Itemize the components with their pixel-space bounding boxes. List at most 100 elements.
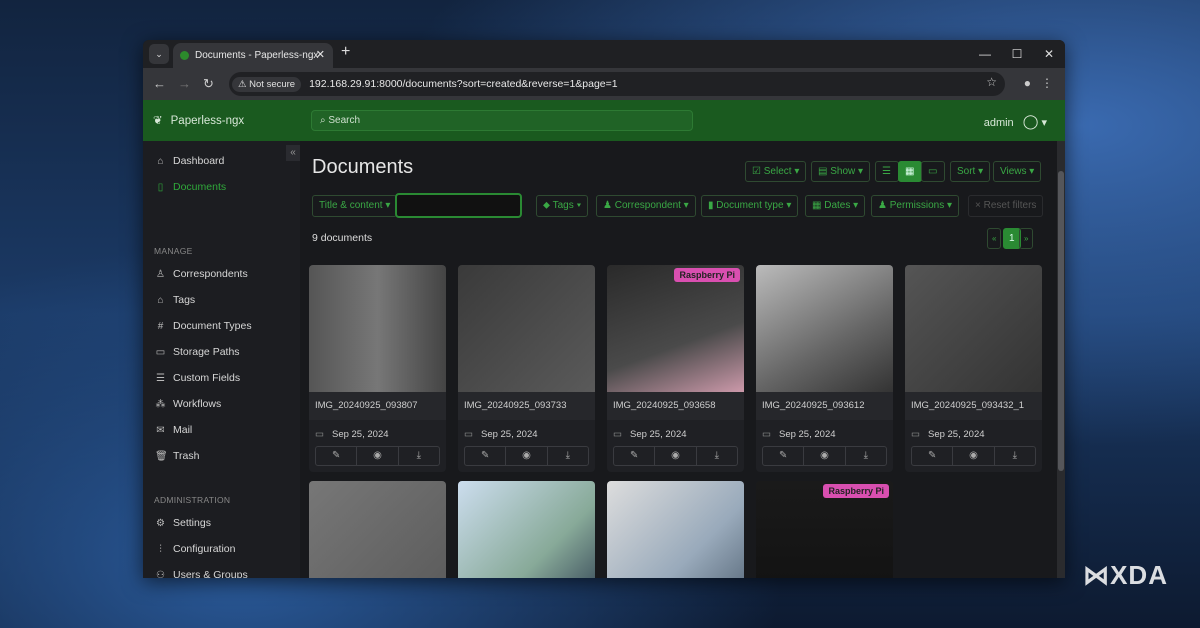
sidebar-item-document-types[interactable]: # Document Types — [155, 320, 252, 332]
download-button[interactable]: ⤓ — [399, 447, 439, 465]
dates-filter[interactable]: ▦ Dates ▾ — [805, 195, 866, 217]
address-bar[interactable]: ⚠ Not secure 192.168.29.91:8000/document… — [229, 72, 1005, 96]
calendar-icon: ▭ — [911, 429, 920, 440]
tab-search-button[interactable]: ⌄ — [149, 44, 169, 64]
calendar-icon: ▭ — [762, 429, 771, 440]
sidebar-item-storage-paths[interactable]: ▭ Storage Paths — [155, 346, 240, 358]
app-logo[interactable]: ❦ Paperless-ngx — [153, 112, 244, 127]
document-thumbnail[interactable] — [607, 481, 744, 578]
browser-tab[interactable]: Documents - Paperless-ngx ✕ — [173, 43, 333, 68]
bookmark-star-icon[interactable]: ☆ — [986, 75, 997, 89]
document-thumbnail[interactable] — [458, 265, 595, 392]
sidebar-item-tags[interactable]: ⌂ Tags — [155, 294, 195, 306]
download-button[interactable]: ⤓ — [846, 447, 886, 465]
next-page-button[interactable]: » — [1019, 228, 1034, 249]
sidebar-item-documents[interactable]: ▯ Documents — [155, 181, 226, 193]
back-icon[interactable]: ← — [153, 76, 166, 91]
sidebar-item-mail[interactable]: ✉ Mail — [155, 424, 192, 436]
security-indicator[interactable]: ⚠ Not secure — [232, 76, 302, 92]
select-dropdown[interactable]: ☑ Select ▾ — [745, 161, 807, 182]
collapse-sidebar-button[interactable]: « — [286, 145, 300, 161]
tags-filter[interactable]: ⬥ Tags ▾ — [536, 195, 589, 217]
preview-button[interactable]: ◉ — [655, 447, 697, 465]
views-dropdown[interactable]: Views ▾ — [993, 161, 1042, 182]
scrollbar[interactable] — [1057, 141, 1065, 578]
edit-button[interactable]: ✎ — [614, 447, 656, 465]
close-tab-icon[interactable]: ✕ — [316, 43, 325, 68]
manage-heading: MANAGE — [154, 246, 193, 256]
global-search-input[interactable]: ⌕ Search — [311, 110, 693, 131]
user-menu[interactable]: admin ◯ ▾ — [984, 113, 1047, 130]
profile-icon[interactable]: ● — [1024, 76, 1031, 90]
title-content-dropdown[interactable]: Title & content ▾ — [312, 195, 398, 217]
download-button[interactable]: ⤓ — [995, 447, 1035, 465]
preview-button[interactable]: ◉ — [953, 447, 995, 465]
forward-icon[interactable]: → — [178, 76, 191, 91]
document-thumbnail[interactable] — [458, 481, 595, 578]
document-thumbnail[interactable]: Raspberry Pi — [607, 265, 744, 392]
sidebar-item-settings[interactable]: ⚙ Settings — [155, 517, 211, 529]
document-card[interactable]: Raspberry Pi — [756, 481, 893, 578]
large-cards-view-button[interactable]: ▭ — [921, 161, 945, 182]
sidebar-item-users-groups[interactable]: ⚇ Users & Groups — [155, 569, 248, 578]
document-card[interactable] — [607, 481, 744, 578]
sidebar-item-dashboard[interactable]: ⌂ Dashboard — [155, 155, 224, 167]
menu-icon[interactable]: ⋮ — [1041, 76, 1053, 90]
show-dropdown[interactable]: ▤ Show ▾ — [811, 161, 871, 182]
document-card[interactable] — [309, 481, 446, 578]
maximize-button[interactable]: ☐ — [1001, 40, 1033, 68]
reload-icon[interactable]: ↻ — [203, 76, 214, 92]
prev-page-button[interactable]: « — [987, 228, 1002, 249]
download-button[interactable]: ⤓ — [697, 447, 737, 465]
reset-filters-button[interactable]: × Reset filters — [968, 195, 1044, 217]
house-icon: ⌂ — [157, 155, 164, 167]
document-thumbnail[interactable] — [309, 481, 446, 578]
preview-button[interactable]: ◉ — [357, 447, 399, 465]
edit-button[interactable]: ✎ — [763, 447, 805, 465]
tag-badge[interactable]: Raspberry Pi — [823, 484, 889, 498]
document-card[interactable]: IMG_20240925_093612 ▭ Sep 25, 2024 ✎ ◉ ⤓ — [756, 265, 893, 472]
document-card[interactable]: IMG_20240925_093807 ▭ Sep 25, 2024 ✎ ◉ ⤓ — [309, 265, 446, 472]
sidebar: « ⌂ Dashboard ▯ Documents MANAGE ♙ Correspo… — [143, 141, 300, 578]
grid-view-button[interactable]: ▦ — [898, 161, 922, 182]
boxes-icon: ⁂ — [155, 398, 166, 410]
list-view-button[interactable]: ☰ — [875, 161, 899, 182]
sidebar-label: Correspondents — [173, 268, 248, 280]
tag-badge[interactable]: Raspberry Pi — [674, 268, 740, 282]
document-card[interactable]: Raspberry Pi IMG_20240925_093658 ▭ Sep 25,… — [607, 265, 744, 472]
sidebar-item-workflows[interactable]: ⁂ Workflows — [155, 398, 222, 410]
scrollbar-thumb[interactable] — [1058, 171, 1064, 471]
sidebar-item-correspondents[interactable]: ♙ Correspondents — [155, 268, 248, 280]
new-tab-button[interactable]: + — [341, 43, 350, 61]
sidebar-item-custom-fields[interactable]: ☰ Custom Fields — [155, 372, 240, 384]
edit-button[interactable]: ✎ — [912, 447, 954, 465]
btn-label: Dates — [824, 200, 851, 211]
filter-text-input[interactable] — [395, 193, 522, 218]
preview-button[interactable]: ◉ — [506, 447, 548, 465]
page-1-button[interactable]: 1 — [1003, 228, 1021, 249]
edit-button[interactable]: ✎ — [316, 447, 358, 465]
document-thumbnail[interactable] — [309, 265, 446, 392]
search-placeholder: Search — [328, 115, 361, 126]
sidebar-item-configuration[interactable]: ⫶ Configuration — [155, 543, 235, 555]
tag-icon: ⬥ — [543, 200, 550, 211]
document-card[interactable]: IMG_20240925_093432_1 ▭ Sep 25, 2024 ✎ ◉ ⤓ — [905, 265, 1042, 472]
sidebar-item-trash[interactable]: 🗑 Trash — [155, 450, 199, 462]
edit-button[interactable]: ✎ — [465, 447, 507, 465]
btn-label: Select — [763, 166, 792, 177]
document-thumbnail[interactable] — [756, 265, 893, 392]
document-card[interactable] — [458, 481, 595, 578]
minimize-button[interactable]: — — [969, 40, 1001, 68]
document-type-filter[interactable]: ▮ Document type ▾ — [701, 195, 799, 217]
sort-dropdown[interactable]: Sort ▾ — [950, 161, 991, 182]
correspondent-filter[interactable]: ♟ Correspondent ▾ — [596, 195, 696, 217]
document-thumbnail[interactable] — [905, 265, 1042, 392]
document-card[interactable]: IMG_20240925_093733 ▭ Sep 25, 2024 ✎ ◉ ⤓ — [458, 265, 595, 472]
btn-label: Title & content — [319, 200, 383, 211]
close-window-button[interactable]: ✕ — [1033, 40, 1065, 68]
download-button[interactable]: ⤓ — [548, 447, 588, 465]
permissions-filter[interactable]: ♟ Permissions ▾ — [871, 195, 960, 217]
administration-heading: ADMINISTRATION — [154, 495, 231, 505]
document-thumbnail[interactable]: Raspberry Pi — [756, 481, 893, 578]
preview-button[interactable]: ◉ — [804, 447, 846, 465]
